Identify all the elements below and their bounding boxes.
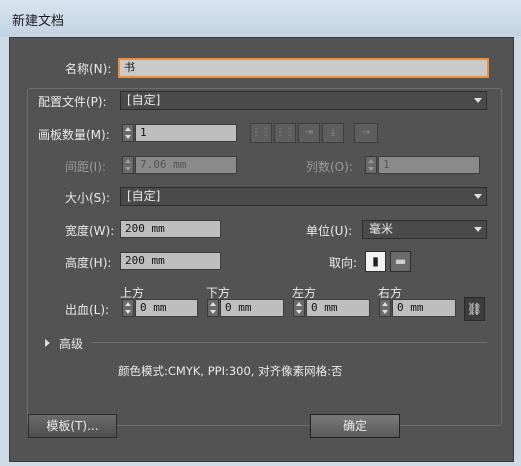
stepper-up-icon	[382, 302, 388, 306]
width-label: 宽度(W):	[65, 224, 115, 238]
stepper-up-icon	[210, 302, 216, 306]
stepper-down-icon	[382, 310, 388, 314]
stepper-down-icon	[210, 310, 216, 314]
portrait-orientation-icon[interactable]: ▮	[365, 251, 386, 272]
bleed-bottom-input[interactable]: 0 mm	[220, 299, 284, 317]
grid-by-row-icon[interactable]: ⋮⋮	[250, 123, 272, 143]
dialog-body: 名称(N): 书 配置文件(P): [自定] 画板数量(M): 1 ⋮⋮ ⋮⋮ …	[9, 37, 514, 462]
units-value: 毫米	[369, 222, 394, 236]
arrange-by-column-icon[interactable]: ⤓	[322, 123, 344, 143]
arrange-by-row-icon[interactable]: ⇥	[298, 123, 320, 143]
name-label: 名称(N):	[65, 62, 112, 76]
artboards-label: 画板数量(M):	[38, 128, 110, 142]
height-input[interactable]: 200 mm	[120, 252, 221, 270]
bleed-right-input[interactable]: 0 mm	[392, 299, 456, 317]
spacing-label: 间距(I):	[65, 160, 106, 174]
chevron-down-icon	[474, 194, 482, 199]
columns-input[interactable]: 1	[378, 156, 480, 174]
stepper-up-icon	[125, 159, 131, 163]
profile-label: 配置文件(P):	[38, 95, 107, 109]
width-input[interactable]: 200 mm	[120, 220, 221, 238]
name-input[interactable]: 书	[118, 58, 489, 78]
stepper-down-icon	[125, 167, 131, 171]
stepper-down-icon	[296, 310, 302, 314]
chevron-down-icon	[474, 227, 482, 232]
grid-by-column-icon[interactable]: ⋮⋮	[274, 123, 296, 143]
artboards-stepper[interactable]	[122, 124, 134, 142]
height-label: 高度(H):	[65, 256, 112, 270]
size-value: [自定]	[127, 189, 161, 203]
link-icon[interactable]: ⛓	[464, 297, 485, 321]
units-label: 单位(U):	[306, 224, 353, 238]
landscape-orientation-icon[interactable]: ▬	[390, 251, 411, 272]
bleed-bottom-stepper[interactable]	[207, 299, 219, 317]
stepper-down-icon	[125, 135, 131, 139]
profile-value: [自定]	[127, 93, 161, 107]
right-to-left-icon[interactable]: →	[354, 123, 378, 143]
spacing-stepper[interactable]	[122, 156, 134, 174]
units-dropdown[interactable]: 毫米	[362, 220, 487, 239]
size-label: 大小(S):	[65, 191, 111, 205]
size-dropdown[interactable]: [自定]	[120, 187, 487, 206]
window-title: 新建文档	[12, 14, 65, 29]
columns-stepper[interactable]	[365, 156, 377, 174]
stepper-up-icon	[125, 127, 131, 131]
title-bar: 新建文档	[0, 0, 521, 37]
profile-dropdown[interactable]: [自定]	[120, 91, 487, 110]
stepper-down-icon	[125, 310, 131, 314]
chevron-down-icon	[474, 98, 482, 103]
bleed-left-stepper[interactable]	[293, 299, 305, 317]
expand-triangle-icon[interactable]	[45, 339, 50, 347]
bleed-right-stepper[interactable]	[379, 299, 391, 317]
stepper-up-icon	[296, 302, 302, 306]
orientation-label: 取向:	[329, 256, 358, 270]
spacing-input[interactable]: 7.06 mm	[135, 156, 237, 174]
bleed-left-input[interactable]: 0 mm	[306, 299, 370, 317]
columns-label: 列数(O):	[306, 160, 353, 174]
bleed-top-input[interactable]: 0 mm	[135, 299, 198, 317]
stepper-up-icon	[125, 302, 131, 306]
advanced-label[interactable]: 高级	[59, 335, 83, 352]
document-summary: 颜色模式:CMYK, PPI:300, 对齐像素网格:否	[118, 364, 343, 378]
advanced-divider	[92, 342, 487, 343]
bleed-label: 出血(L):	[65, 303, 110, 317]
stepper-down-icon	[368, 167, 374, 171]
bleed-top-stepper[interactable]	[122, 299, 134, 317]
stepper-up-icon	[368, 159, 374, 163]
templates-button[interactable]: 模板(T)...	[28, 414, 117, 438]
artboards-input[interactable]: 1	[135, 124, 237, 142]
ok-button[interactable]: 确定	[310, 414, 400, 438]
